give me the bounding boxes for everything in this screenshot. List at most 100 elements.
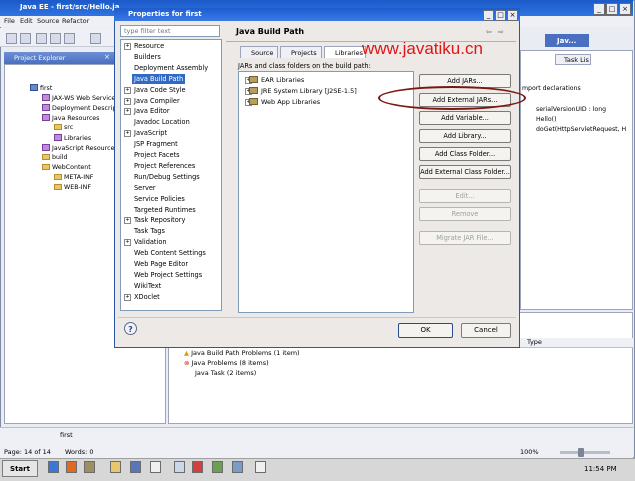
tab-projects[interactable]: Projects xyxy=(280,46,322,58)
tab-libraries[interactable]: Libraries xyxy=(324,46,366,58)
nav-item[interactable]: Project References xyxy=(134,161,195,171)
tree-item[interactable]: first xyxy=(30,84,52,92)
expand-icon[interactable]: + xyxy=(124,108,131,116)
tree-item[interactable]: JAX-WS Web Service xyxy=(42,94,115,102)
expand-icon[interactable]: + xyxy=(124,43,131,50)
nav-item[interactable]: Project Facets xyxy=(134,150,180,160)
nav-item[interactable]: Task Tags xyxy=(134,226,165,236)
zoom-slider[interactable] xyxy=(560,451,610,454)
jar-item[interactable]: Web App Libraries xyxy=(249,97,320,107)
nav-item[interactable]: Service Policies xyxy=(134,194,185,204)
maximize-button[interactable]: □ xyxy=(606,3,618,15)
help-icon[interactable]: ? xyxy=(124,322,137,335)
minimize-button[interactable]: _ xyxy=(593,3,605,15)
nav-item[interactable]: Web Page Editor xyxy=(134,259,188,269)
task-list-tab[interactable]: Task Lis xyxy=(555,54,591,65)
tree-item[interactable]: JavaScript Resource xyxy=(42,144,114,152)
jar-item[interactable]: EAR Libraries xyxy=(249,75,304,85)
window-icon[interactable] xyxy=(255,461,266,473)
menu-refactor[interactable]: Refactor xyxy=(62,17,89,25)
nav-item[interactable]: Web Project Settings xyxy=(134,270,202,280)
nav-item[interactable]: JavaScript xyxy=(134,128,167,138)
nav-item[interactable]: Java Editor xyxy=(134,106,170,116)
ie-icon[interactable] xyxy=(48,461,59,473)
menu-edit[interactable]: Edit xyxy=(20,17,33,25)
add-external-class-folder-button[interactable]: Add External Class Folder... xyxy=(419,165,511,179)
nav-item[interactable]: Server xyxy=(134,183,156,193)
nav-item[interactable]: Run/Debug Settings xyxy=(134,172,200,182)
nav-item[interactable]: Java Code Style xyxy=(134,85,186,95)
window-icon[interactable] xyxy=(212,461,223,473)
expand-icon[interactable]: + xyxy=(124,217,131,225)
nav-item[interactable]: Targeted Runtimes xyxy=(134,205,196,215)
tree-item[interactable]: build xyxy=(42,154,67,161)
expand-icon[interactable]: + xyxy=(124,293,131,301)
migrate-jar-button[interactable]: Migrate JAR File... xyxy=(419,231,511,245)
window-icon[interactable] xyxy=(192,461,203,473)
add-library-button[interactable]: Add Library... xyxy=(419,129,511,143)
close-button[interactable]: × xyxy=(619,3,631,15)
menu-file[interactable]: File xyxy=(4,17,15,25)
dialog-close-button[interactable]: × xyxy=(507,10,518,21)
type-column-header[interactable]: Type xyxy=(527,338,542,346)
expand-icon[interactable]: + xyxy=(124,97,131,105)
nav-item[interactable]: XDoclet xyxy=(134,292,160,302)
nav-item[interactable]: Javadoc Location xyxy=(134,117,190,127)
tab-source[interactable]: Source xyxy=(240,46,278,58)
outline-item[interactable]: serialVersionUID : long xyxy=(536,106,606,113)
menu-source[interactable]: Source xyxy=(37,17,59,25)
dialog-minimize-button[interactable]: _ xyxy=(483,10,494,21)
nav-item[interactable]: Task Repository xyxy=(134,215,185,225)
folder-icon[interactable] xyxy=(110,461,121,473)
window-icon[interactable] xyxy=(150,461,161,473)
new-dropdown-icon[interactable] xyxy=(20,33,31,44)
eclipse-icon[interactable] xyxy=(130,461,141,473)
problem-row[interactable]: Java Task (2 items) xyxy=(195,369,256,377)
expand-icon[interactable]: + xyxy=(124,239,131,247)
ok-button[interactable]: OK xyxy=(398,323,453,338)
nav-item[interactable]: Builders xyxy=(134,52,161,62)
new-icon[interactable] xyxy=(6,33,17,44)
debug-icon[interactable] xyxy=(90,33,101,44)
filter-input[interactable] xyxy=(120,25,220,37)
print-icon[interactable] xyxy=(50,33,61,44)
close-view-icon[interactable]: × xyxy=(104,53,110,61)
firefox-icon[interactable] xyxy=(66,461,77,473)
start-button[interactable]: Start xyxy=(2,460,38,477)
tree-item[interactable]: Java Resources xyxy=(42,114,99,122)
nav-item[interactable]: WikiText xyxy=(134,281,161,291)
dialog-maximize-button[interactable]: □ xyxy=(495,10,506,21)
back-icon[interactable]: ⇦ xyxy=(486,28,492,36)
nav-item[interactable]: Resource xyxy=(134,41,164,51)
expand-icon[interactable]: + xyxy=(124,86,131,94)
tree-item[interactable]: META-INF xyxy=(54,174,93,181)
nav-item[interactable]: Web Content Settings xyxy=(134,248,206,258)
jar-item[interactable]: JRE System Library [J2SE-1.5] xyxy=(249,86,357,96)
problem-row[interactable]: ▲ Java Build Path Problems (1 item) xyxy=(184,349,300,357)
app-icon[interactable] xyxy=(84,461,95,473)
edit-button[interactable]: Edit... xyxy=(419,189,511,203)
tree-item[interactable]: src xyxy=(54,124,73,131)
tree-item[interactable]: WEB-INF xyxy=(54,184,91,191)
cancel-button[interactable]: Cancel xyxy=(461,323,511,338)
tree-item[interactable]: Libraries xyxy=(54,134,91,142)
window-icon[interactable] xyxy=(174,461,185,473)
save-icon[interactable] xyxy=(36,33,47,44)
outline-item[interactable]: Hello() xyxy=(536,116,557,123)
zoom-slider-thumb[interactable] xyxy=(578,448,584,457)
forward-icon[interactable]: ⇨ xyxy=(498,28,504,36)
add-variable-button[interactable]: Add Variable... xyxy=(419,111,511,125)
nav-item[interactable]: Validation xyxy=(134,237,167,247)
nav-item[interactable]: Java Build Path xyxy=(132,73,186,84)
window-icon[interactable] xyxy=(232,461,243,473)
outline-item[interactable]: mport declarations xyxy=(522,85,581,92)
nav-item[interactable]: JSP Fragment xyxy=(134,139,178,149)
nav-item[interactable]: Java Compiler xyxy=(134,96,180,106)
add-class-folder-button[interactable]: Add Class Folder... xyxy=(419,147,511,161)
remove-button[interactable]: Remove xyxy=(419,207,511,221)
save-all-icon[interactable] xyxy=(64,33,75,44)
tree-item[interactable]: Deployment Descript xyxy=(42,104,119,112)
tree-item[interactable]: WebContent xyxy=(42,164,91,171)
outline-item[interactable]: doGet(HttpServletRequest, H xyxy=(536,126,626,133)
nav-item[interactable]: Deployment Assembly xyxy=(134,63,208,73)
